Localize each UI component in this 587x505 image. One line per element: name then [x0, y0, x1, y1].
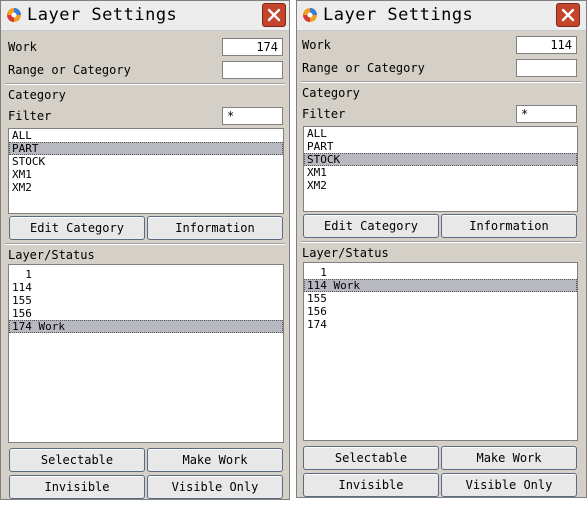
layer-status-label: Layer/Status — [302, 246, 389, 260]
layer-item[interactable]: 156 — [9, 307, 283, 320]
separator — [5, 243, 285, 245]
layer-item[interactable]: 155 — [9, 294, 283, 307]
selectable-button[interactable]: Selectable — [303, 446, 439, 470]
work-label: Work — [8, 40, 37, 54]
category-item[interactable]: STOCK — [9, 155, 283, 168]
layer-item-selected[interactable]: 174 Work — [9, 320, 283, 333]
filter-field[interactable]: * — [516, 105, 577, 123]
visible-only-button[interactable]: Visible Only — [147, 475, 283, 499]
close-button[interactable] — [556, 3, 580, 27]
information-button[interactable]: Information — [147, 216, 283, 240]
separator — [301, 241, 582, 243]
category-item[interactable]: ALL — [9, 129, 283, 142]
filter-label: Filter — [302, 107, 346, 121]
layer-item[interactable]: 1 — [9, 268, 283, 281]
category-item[interactable]: XM1 — [9, 168, 283, 181]
title-bar[interactable]: Layer Settings — [297, 1, 586, 31]
filter-label: Filter — [8, 109, 52, 123]
layer-settings-dialog-left: Layer Settings Work 174 Range or Categor… — [0, 0, 290, 500]
app-logo-icon — [303, 8, 317, 22]
separator — [5, 83, 285, 85]
dialog-title: Layer Settings — [323, 5, 474, 25]
app-logo-icon — [7, 8, 21, 22]
category-item[interactable]: ALL — [304, 127, 577, 140]
close-button[interactable] — [262, 3, 286, 27]
category-item[interactable]: PART — [304, 140, 577, 153]
title-bar[interactable]: Layer Settings — [1, 1, 289, 31]
layer-settings-dialog-right: Layer Settings Work 114 Range or Categor… — [296, 0, 587, 498]
make-work-button[interactable]: Make Work — [147, 448, 283, 472]
category-list[interactable]: ALL PART STOCK XM1 XM2 — [8, 128, 284, 214]
layer-item[interactable]: 114 — [9, 281, 283, 294]
invisible-button[interactable]: Invisible — [9, 475, 145, 499]
category-item-selected[interactable]: STOCK — [304, 153, 577, 166]
layer-item[interactable]: 1 — [304, 266, 577, 279]
make-work-button[interactable]: Make Work — [441, 446, 577, 470]
dialog-title: Layer Settings — [27, 5, 178, 25]
invisible-button[interactable]: Invisible — [303, 473, 439, 497]
separator — [301, 81, 582, 83]
layer-status-list[interactable]: 1 114 Work 155 156 174 — [303, 262, 578, 441]
category-label: Category — [8, 88, 66, 102]
category-item[interactable]: XM1 — [304, 166, 577, 179]
edit-category-button[interactable]: Edit Category — [9, 216, 145, 240]
range-or-category-field[interactable] — [516, 59, 577, 77]
range-or-category-field[interactable] — [222, 61, 283, 79]
category-item-selected[interactable]: PART — [9, 142, 283, 155]
range-or-category-label: Range or Category — [8, 63, 131, 77]
category-label: Category — [302, 86, 360, 100]
filter-field[interactable]: * — [222, 107, 283, 125]
category-item[interactable]: XM2 — [9, 181, 283, 194]
layer-item[interactable]: 155 — [304, 292, 577, 305]
category-item[interactable]: XM2 — [304, 179, 577, 192]
work-field[interactable]: 174 — [222, 38, 283, 56]
edit-category-button[interactable]: Edit Category — [303, 214, 439, 238]
selectable-button[interactable]: Selectable — [9, 448, 145, 472]
close-icon — [267, 8, 281, 22]
range-or-category-label: Range or Category — [302, 61, 425, 75]
work-field[interactable]: 114 — [516, 36, 577, 54]
layer-status-list[interactable]: 1 114 155 156 174 Work — [8, 264, 284, 443]
close-icon — [561, 8, 575, 22]
category-list[interactable]: ALL PART STOCK XM1 XM2 — [303, 126, 578, 212]
visible-only-button[interactable]: Visible Only — [441, 473, 577, 497]
layer-item[interactable]: 174 — [304, 318, 577, 331]
work-label: Work — [302, 38, 331, 52]
layer-item-selected[interactable]: 114 Work — [304, 279, 577, 292]
information-button[interactable]: Information — [441, 214, 577, 238]
layer-status-label: Layer/Status — [8, 248, 95, 262]
layer-item[interactable]: 156 — [304, 305, 577, 318]
